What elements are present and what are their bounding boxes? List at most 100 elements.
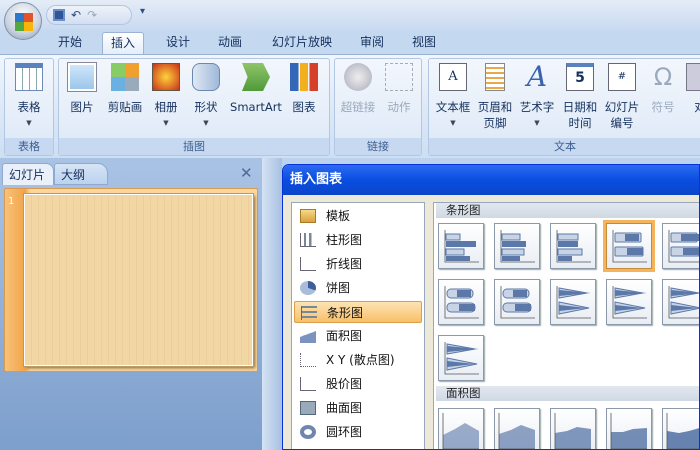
- chart-button[interactable]: 图表: [287, 63, 321, 115]
- ribbon-tabs: 开始 插入 设计 动画 幻灯片放映 审阅 视图: [0, 30, 700, 54]
- customize-qat-icon[interactable]: ▾: [140, 6, 145, 17]
- textbox-button[interactable]: A 文本框 ▼: [433, 63, 473, 131]
- tab-home[interactable]: 开始: [50, 32, 90, 54]
- bar-chart-type-option[interactable]: [438, 279, 484, 325]
- picture-button[interactable]: 图片: [65, 62, 99, 115]
- chart-category-item[interactable]: 面积图: [294, 325, 422, 347]
- label: 动作: [387, 100, 411, 114]
- category-label: 饼图: [326, 281, 351, 295]
- smartart-button[interactable]: SmartArt: [229, 63, 283, 115]
- chart-category-item[interactable]: 曲面图: [294, 397, 422, 419]
- gallery-section-header: 面积图: [436, 386, 699, 401]
- chart-category-item[interactable]: X Y (散点图): [294, 349, 422, 371]
- slide-thumbnail[interactable]: [23, 193, 254, 367]
- area-chart-type-option[interactable]: [438, 408, 484, 449]
- tab-slideshow[interactable]: 幻灯片放映: [264, 32, 340, 54]
- object-button[interactable]: 对: [685, 63, 700, 115]
- bar-chart-type-option[interactable]: [494, 223, 540, 269]
- chart-category-item[interactable]: 折线图: [294, 253, 422, 275]
- bar-chart-type-option[interactable]: [550, 279, 596, 325]
- category-label: 条形图: [327, 306, 364, 320]
- category-label: 折线图: [326, 257, 363, 271]
- label: 超链接: [340, 100, 376, 114]
- wordart-button[interactable]: A 艺术字 ▼: [517, 63, 557, 131]
- photo-album-button[interactable]: 相册 ▼: [149, 63, 183, 131]
- slide-number-button[interactable]: # 幻灯片 编号: [601, 63, 643, 131]
- symbol-button[interactable]: Ω 符号: [645, 63, 681, 115]
- line-chart-icon: [300, 257, 316, 271]
- table-button[interactable]: 表格 ▼: [11, 63, 47, 131]
- label: 符号: [651, 100, 675, 114]
- tab-design[interactable]: 设计: [158, 32, 198, 54]
- bar-chart-type-option[interactable]: [662, 279, 699, 325]
- date-time-button[interactable]: 5 日期和 时间: [559, 63, 601, 131]
- bar-chart-type-option[interactable]: [603, 220, 655, 272]
- undo-icon[interactable]: ↶: [71, 8, 81, 22]
- label: 幻灯片 编号: [604, 100, 640, 130]
- label: 图表: [292, 100, 316, 114]
- dropdown-arrow-icon: ▼: [450, 119, 456, 127]
- label: 剪贴画: [107, 100, 143, 114]
- area-chart-type-option[interactable]: [550, 408, 596, 449]
- chart-category-item[interactable]: 股价图: [294, 373, 422, 395]
- chart-category-item[interactable]: 圆环图: [294, 421, 422, 443]
- hyperlink-icon: [344, 63, 372, 91]
- chart-category-item[interactable]: 气泡图: [294, 445, 422, 449]
- insert-chart-dialog: 插入图表 模板柱形图折线图饼图条形图面积图X Y (散点图)股价图曲面图圆环图气…: [282, 164, 700, 450]
- dialog-title: 插入图表: [283, 165, 699, 195]
- tab-view[interactable]: 视图: [404, 32, 444, 54]
- slide-number: 1: [8, 196, 15, 207]
- chart-category-item[interactable]: 条形图: [294, 301, 422, 323]
- chart-category-item[interactable]: 饼图: [294, 277, 422, 299]
- label: 形状: [194, 100, 218, 114]
- pane-splitter[interactable]: [262, 158, 282, 450]
- tab-animation[interactable]: 动画: [210, 32, 250, 54]
- label: 日期和 时间: [562, 100, 598, 130]
- label: 相册: [154, 100, 178, 114]
- dropdown-arrow-icon: ▼: [203, 119, 209, 127]
- redo-icon[interactable]: ↷: [87, 8, 97, 22]
- dropdown-arrow-icon: ▼: [534, 119, 540, 127]
- save-icon[interactable]: [53, 9, 65, 21]
- hyperlink-button[interactable]: 超链接: [337, 63, 379, 115]
- label: 页眉和 页脚: [477, 100, 513, 130]
- chart-category-item[interactable]: 柱形图: [294, 229, 422, 251]
- bar-chart-type-option[interactable]: [438, 335, 484, 381]
- chart-category-list: 模板柱形图折线图饼图条形图面积图 X Y (散点图) 股价图曲面图圆环图气泡图: [291, 202, 425, 449]
- group-label: 链接: [335, 138, 421, 155]
- group-label: 文本: [429, 138, 700, 155]
- photo-album-icon: [152, 63, 180, 91]
- tab-review[interactable]: 审阅: [352, 32, 392, 54]
- area-chart-type-option[interactable]: [606, 408, 652, 449]
- bar-chart-icon: [301, 306, 317, 320]
- smartart-icon: [242, 63, 270, 91]
- category-label: 模板: [326, 209, 351, 223]
- close-icon[interactable]: ✕: [240, 164, 253, 182]
- bar-chart-type-option[interactable]: [662, 223, 699, 269]
- group-label: 表格: [5, 138, 53, 155]
- column-chart-icon: [300, 233, 316, 247]
- category-label: 面积图: [326, 329, 363, 343]
- bar-chart-type-option[interactable]: [494, 279, 540, 325]
- gallery-section-header: 条形图: [436, 203, 699, 218]
- category-label: 曲面图: [326, 401, 363, 415]
- slide-number-icon: #: [608, 63, 636, 91]
- shapes-button[interactable]: 形状 ▼: [189, 63, 223, 131]
- clipart-button[interactable]: 剪贴画: [103, 63, 147, 115]
- bar-chart-type-option[interactable]: [606, 279, 652, 325]
- category-label: X Y (散点图): [326, 353, 395, 367]
- tab-outline[interactable]: 大纲: [54, 163, 108, 185]
- area-chart-type-option[interactable]: [494, 408, 540, 449]
- bar-chart-type-option[interactable]: [550, 223, 596, 269]
- dropdown-arrow-icon: ▼: [26, 119, 32, 127]
- chart-category-item[interactable]: 模板: [294, 205, 422, 227]
- action-button[interactable]: 动作: [381, 63, 417, 115]
- area-chart-type-option[interactable]: [662, 408, 699, 449]
- tab-slides[interactable]: 幻灯片: [2, 163, 54, 185]
- tab-insert[interactable]: 插入: [102, 32, 145, 54]
- header-footer-button[interactable]: 页眉和 页脚: [475, 63, 515, 131]
- header-footer-icon: [485, 63, 505, 91]
- bar-chart-type-option[interactable]: [438, 223, 484, 269]
- office-button[interactable]: [4, 2, 42, 40]
- action-icon: [385, 63, 413, 91]
